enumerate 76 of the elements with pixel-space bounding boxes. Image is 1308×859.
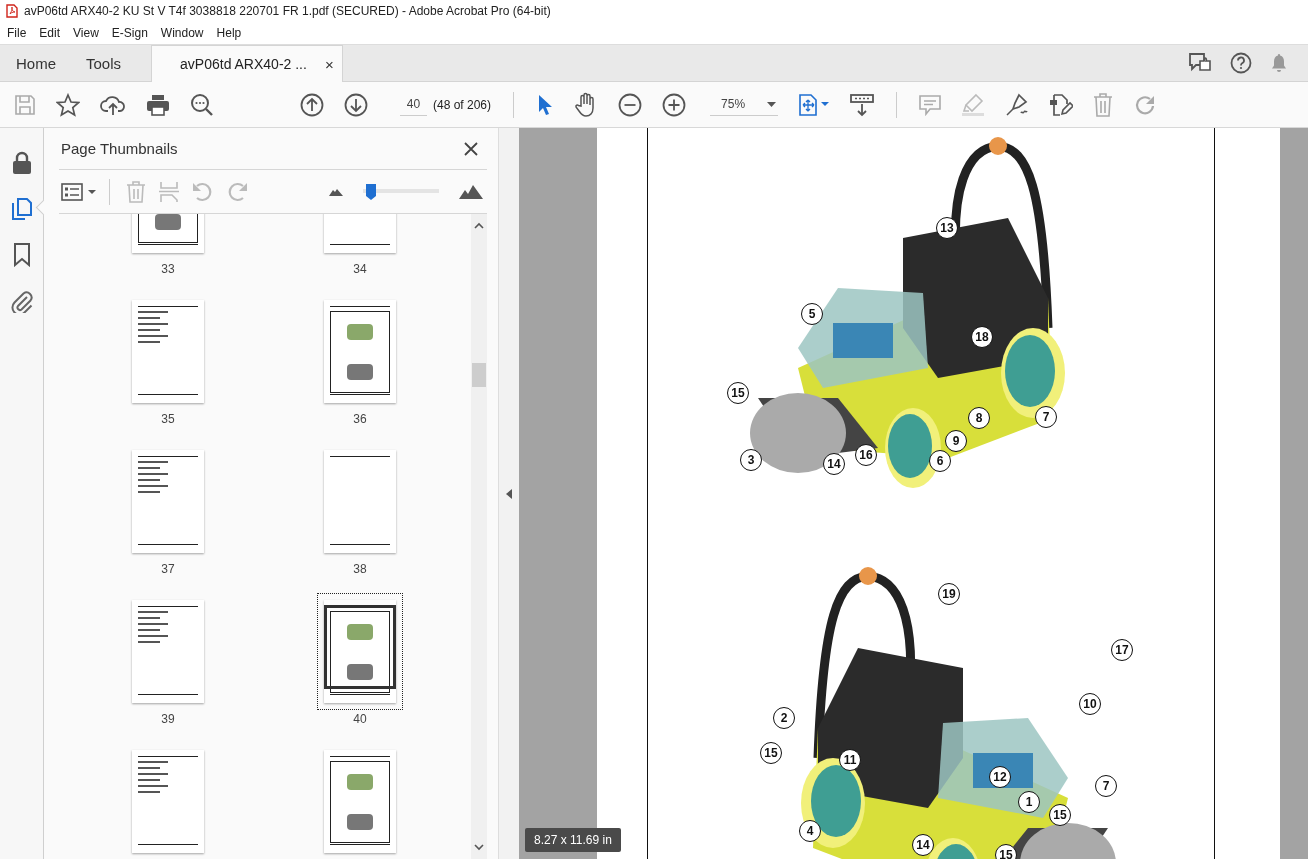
document-tab[interactable]: avP06td ARX40-2 ... × <box>151 45 343 82</box>
page-size-badge: 8.27 x 11.69 in <box>525 828 621 852</box>
bookmark-icon[interactable] <box>13 243 30 267</box>
thumbnail-size-slider[interactable] <box>363 183 439 200</box>
callout-number: 5 <box>801 303 823 325</box>
page-number-label: 39 <box>161 712 175 726</box>
help-icon[interactable] <box>1230 52 1252 74</box>
collapse-panel-icon[interactable] <box>506 488 512 499</box>
feedback-icon[interactable] <box>1188 52 1212 74</box>
callout-number: 14 <box>823 453 845 475</box>
lock-icon[interactable] <box>11 151 32 175</box>
print-icon[interactable] <box>146 93 170 116</box>
page-count: (48 of 206) <box>433 97 492 112</box>
page-number-label: 37 <box>161 562 175 576</box>
next-page-icon[interactable] <box>344 92 368 117</box>
page-thumbnail[interactable] <box>132 450 204 553</box>
pdf-file-icon <box>6 4 18 18</box>
callout-number: 7 <box>1095 775 1117 797</box>
menu-item[interactable]: File <box>7 26 27 40</box>
page-number-label: 38 <box>353 562 367 576</box>
scroll-mode-icon[interactable] <box>850 92 875 117</box>
search-icon[interactable] <box>190 92 214 117</box>
callout-number: 16 <box>855 444 877 466</box>
zoom-in-icon[interactable] <box>662 92 687 117</box>
page-number-label: 33 <box>161 262 175 276</box>
nav-tab[interactable]: Tools <box>86 45 122 81</box>
caret-icon <box>767 101 777 107</box>
slider-thumb[interactable] <box>366 183 377 200</box>
zoom-out-icon[interactable] <box>618 92 643 117</box>
callout-number: 17 <box>1111 639 1133 661</box>
callout-number: 10 <box>1079 693 1101 715</box>
menu-item[interactable]: Edit <box>39 26 61 40</box>
small-mountain-icon[interactable] <box>329 187 343 196</box>
panel-title: Page Thumbnails <box>61 140 178 157</box>
previous-page-icon[interactable] <box>300 92 324 117</box>
menu-item[interactable]: Window <box>160 26 204 40</box>
page-number-label: 36 <box>353 412 367 426</box>
page-number-label: 40 <box>353 712 367 726</box>
zoom-dropdown[interactable]: 75% <box>710 93 779 116</box>
star-icon[interactable] <box>56 92 80 117</box>
page-thumbnail[interactable] <box>132 750 204 853</box>
close-icon[interactable] <box>464 141 478 156</box>
paperclip-icon[interactable] <box>10 289 33 313</box>
fit-page-icon[interactable] <box>798 93 831 116</box>
scrollbar-thumb[interactable] <box>472 363 486 387</box>
callout-number: 19 <box>938 583 960 605</box>
window-title: avP06td ARX40-2 KU St V T4f 3038818 220701 FR 1.pdf (SECURED) - Adobe Acrobat Pro (64-bit) <box>24 4 551 18</box>
page-number-label: 34 <box>353 262 367 276</box>
close-tab-button[interactable]: × <box>324 55 334 73</box>
cloud-upload-icon[interactable] <box>100 93 126 116</box>
callout-number: 15 <box>760 742 782 764</box>
options-menu-icon[interactable] <box>61 182 97 201</box>
callout-number: 15 <box>727 382 749 404</box>
page-thumbnail[interactable] <box>324 300 396 403</box>
page-thumbnail[interactable] <box>324 600 396 703</box>
edit-document-icon[interactable] <box>1049 92 1074 117</box>
page-thumbnail[interactable] <box>324 750 396 853</box>
menu-item[interactable]: E-Sign <box>111 26 148 40</box>
scroll-down-icon[interactable] <box>474 844 484 851</box>
menu-item[interactable]: View <box>73 26 99 40</box>
pen-signature-icon[interactable] <box>1005 92 1030 117</box>
callout-number: 3 <box>740 449 762 471</box>
page-thumbnail[interactable] <box>132 600 204 703</box>
scroll-up-icon[interactable] <box>474 222 484 229</box>
page-number-label: 35 <box>161 412 175 426</box>
menu-item[interactable]: Help <box>216 26 242 40</box>
page-number-field[interactable]: 40 <box>400 93 427 116</box>
pages-icon[interactable] <box>10 197 33 221</box>
page-thumbnail[interactable] <box>324 450 396 553</box>
callout-number: 2 <box>773 707 795 729</box>
nav-tab[interactable]: Home <box>16 45 56 81</box>
page-thumbnail[interactable] <box>132 300 204 403</box>
callout-number: 7 <box>1035 406 1057 428</box>
large-mountain-icon[interactable] <box>459 184 483 199</box>
tab-label: avP06td ARX40-2 ... <box>180 56 307 72</box>
callout-number: 4 <box>799 820 821 842</box>
